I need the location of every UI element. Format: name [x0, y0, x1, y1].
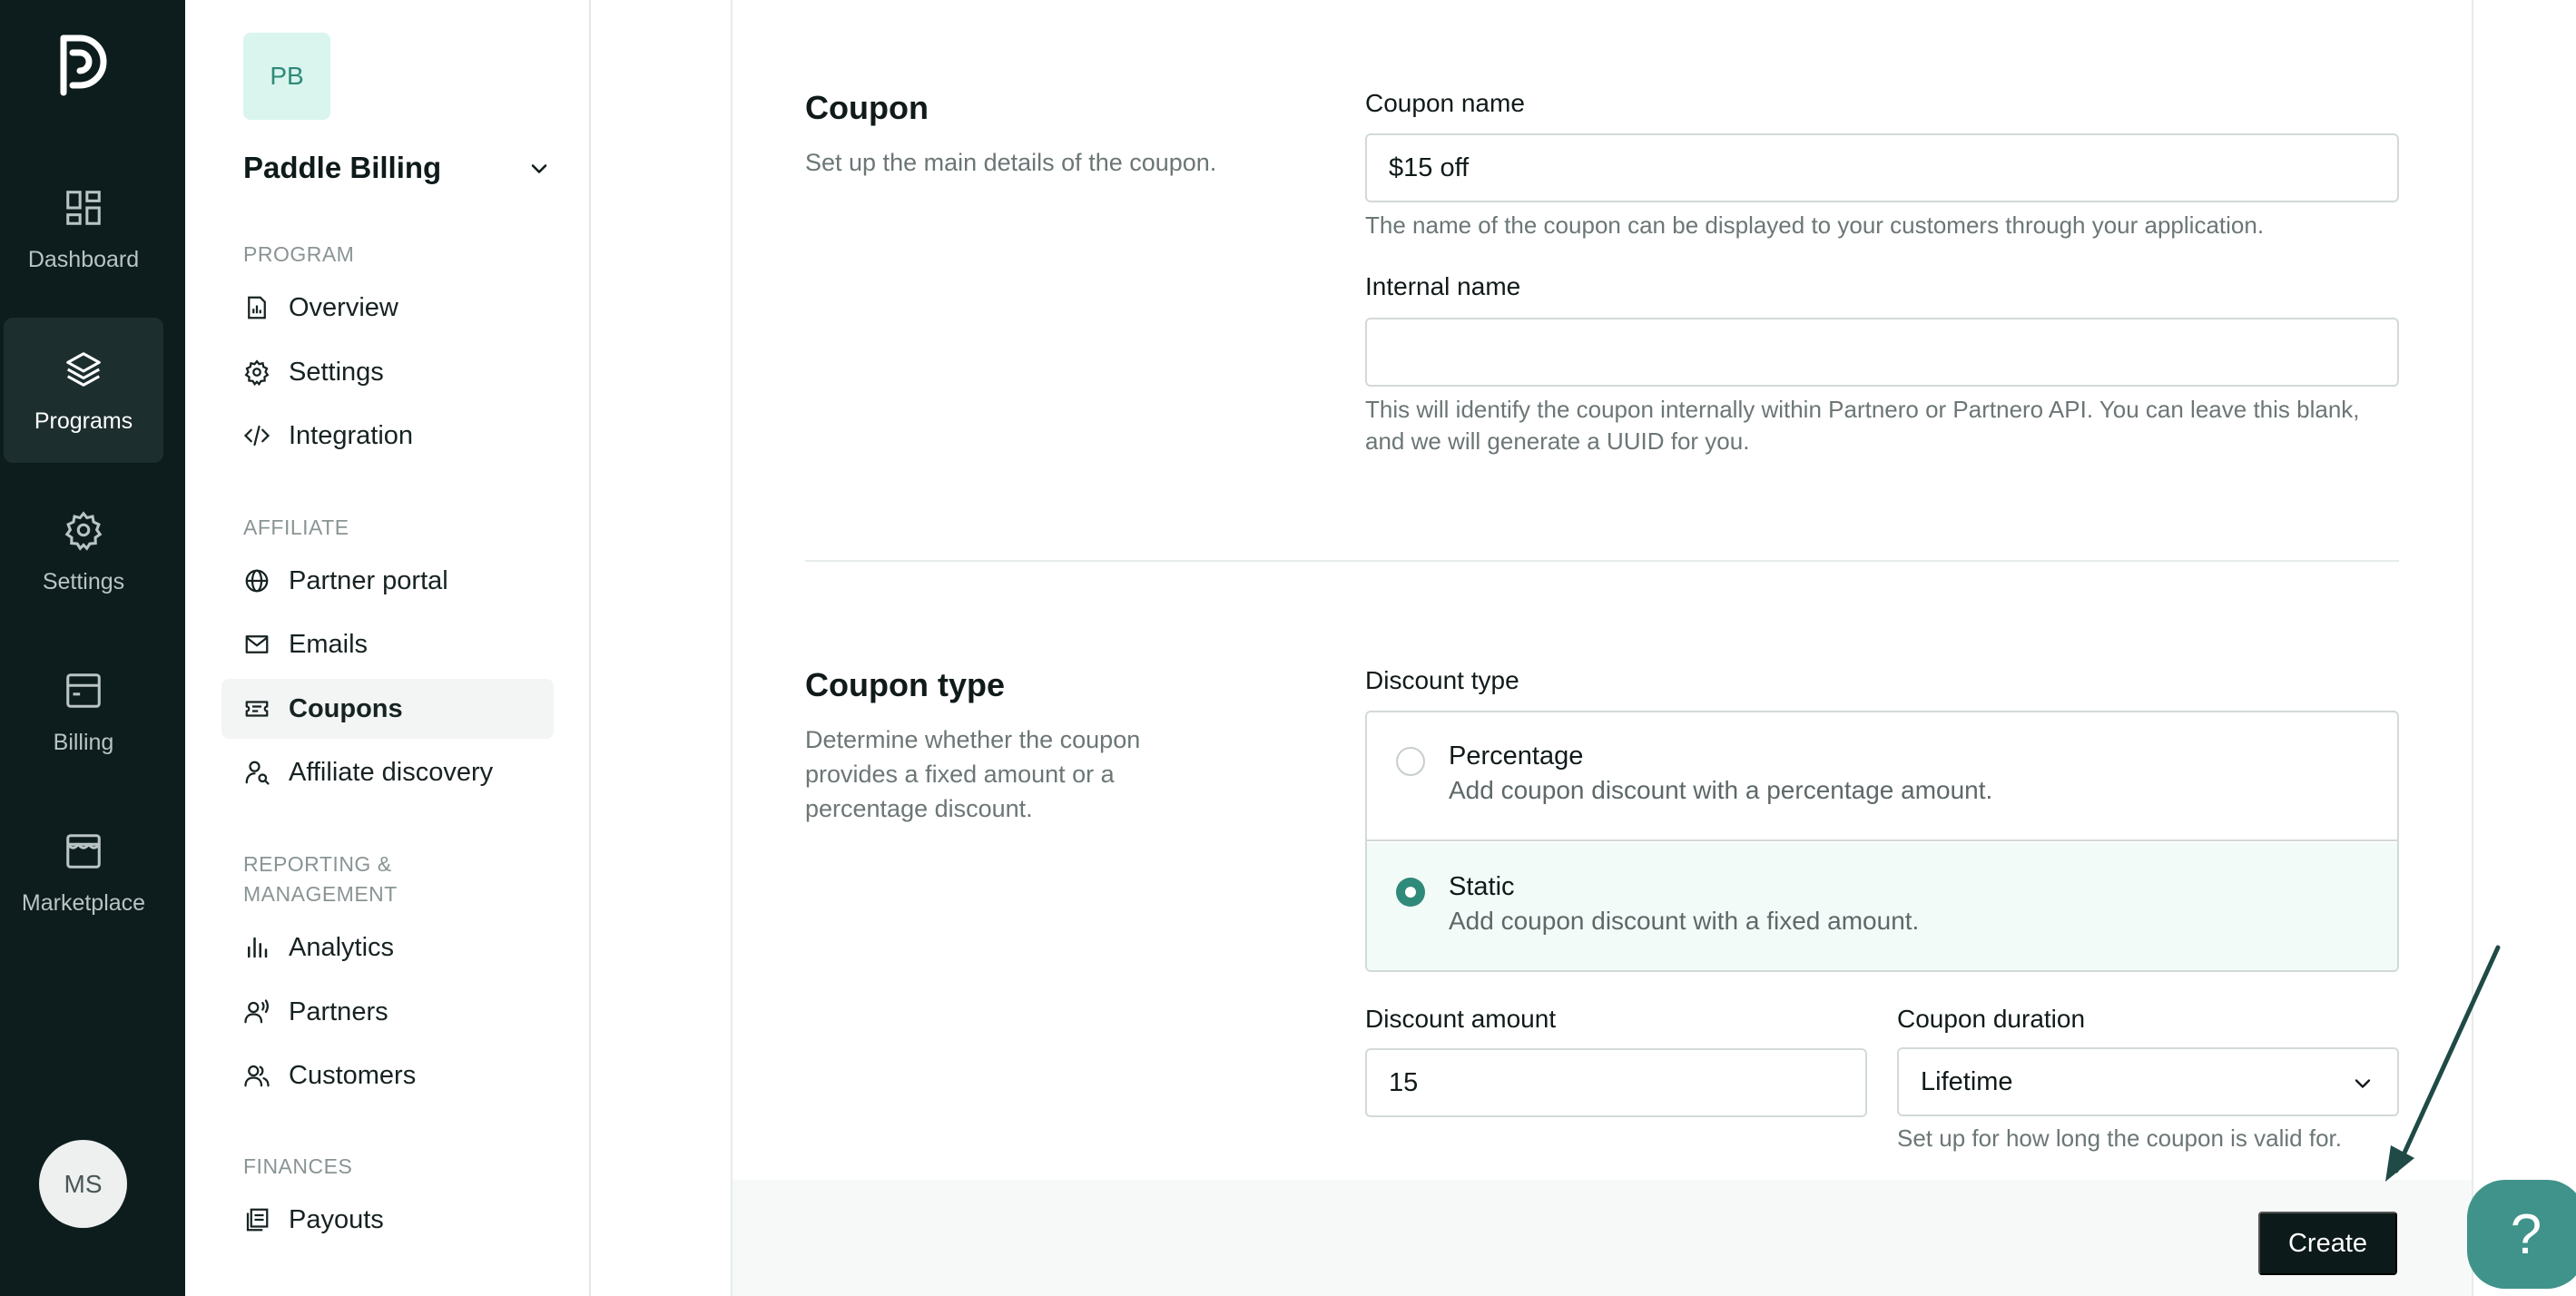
billing-icon [66, 673, 101, 708]
sidebar-item-partners[interactable]: Partners [221, 982, 554, 1042]
section-divider [805, 560, 2399, 562]
discount-option-static[interactable]: Static Add coupon discount with a fixed … [1367, 843, 2397, 970]
help-question-icon: ? [2510, 1203, 2542, 1266]
section-heading-reporting: REPORTING & MANAGEMENT [243, 849, 398, 909]
discount-type-label: Discount type [1365, 666, 1519, 694]
create-button[interactable]: Create [2258, 1212, 2397, 1275]
annotation-arrow-icon [2385, 945, 2501, 1182]
chevron-down-icon [2355, 1079, 2371, 1088]
radio-button-selected[interactable] [1396, 878, 1425, 907]
program-switcher[interactable]: Paddle Billing [243, 151, 441, 185]
sidebar-item-label: Customers [289, 1060, 417, 1090]
sidebar-item-label: Coupons [289, 693, 403, 723]
sidebar-item-label: Analytics [289, 932, 395, 962]
internal-name-input[interactable] [1365, 318, 2399, 387]
mail-icon [245, 635, 269, 653]
sidebar-item-settings[interactable]: Settings [221, 342, 554, 402]
section-description-coupon: Set up the main details of the coupon. [805, 149, 1217, 176]
gear-icon [244, 359, 270, 386]
rail-item-programs[interactable]: Programs [4, 318, 163, 463]
logo-icon[interactable] [56, 29, 111, 102]
sidebar-item-emails[interactable]: Emails [221, 614, 554, 674]
sidebar-item-label: Emails [289, 629, 369, 659]
sidebar-item-analytics[interactable]: Analytics [221, 918, 554, 977]
sidebar-item-overview[interactable]: Overview [221, 278, 554, 338]
sidebar-item-customers[interactable]: Customers [221, 1046, 554, 1105]
discount-type-radio-group: Percentage Add coupon discount with a pe… [1365, 711, 2399, 972]
coupon-name-label: Coupon name [1365, 89, 1525, 117]
chevron-down-icon[interactable] [526, 156, 552, 182]
store-icon [66, 834, 101, 869]
gear-icon [64, 511, 103, 551]
help-button[interactable]: ? [2467, 1180, 2576, 1289]
globe-icon [245, 569, 269, 593]
option-title: Static [1449, 872, 1515, 901]
layers-icon [66, 352, 101, 387]
coupon-name-input[interactable]: $15 off [1365, 133, 2399, 202]
coupon-duration-select[interactable]: Lifetime [1897, 1047, 2399, 1116]
rail-item-billing[interactable]: Billing [4, 639, 163, 784]
option-subtitle: Add coupon discount with a fixed amount. [1449, 907, 1920, 935]
internal-name-hint: This will identify the coupon internally… [1365, 396, 2360, 455]
sidebar-item-label: Affiliate discovery [289, 757, 494, 787]
coupon-name-hint: The name of the coupon can be displayed … [1365, 211, 2265, 239]
section-heading-program: PROGRAM [243, 242, 355, 266]
section-heading-line: MANAGEMENT [243, 882, 398, 906]
ticket-icon [245, 701, 269, 717]
bar-chart-icon [248, 937, 268, 958]
sidebar-item-label: Settings [289, 357, 384, 387]
sidebar-item-label: Partner portal [289, 565, 448, 595]
rail-label: Dashboard [27, 247, 140, 272]
sidebar-item-label: Overview [289, 292, 398, 322]
rail-label: Programs [34, 408, 133, 434]
rail-item-settings[interactable]: Settings [4, 478, 163, 623]
section-heading-finances: FINANCES [243, 1154, 353, 1178]
dashboard-icon [66, 191, 101, 225]
sidebar-item-label: Integration [289, 420, 414, 450]
users-icon [244, 1065, 270, 1087]
rail-label: Settings [42, 569, 125, 594]
code-icon [243, 425, 270, 447]
discount-amount-input[interactable]: 15 [1365, 1048, 1867, 1117]
radio-button[interactable] [1396, 747, 1425, 776]
receipt-icon [246, 1208, 269, 1232]
rail-label: Billing [53, 730, 114, 755]
rail-item-marketplace[interactable]: Marketplace [4, 800, 163, 945]
sidebar-item-partner-portal[interactable]: Partner portal [221, 551, 554, 611]
option-subtitle: Add coupon discount with a percentage am… [1449, 776, 1993, 804]
coupon-duration-hint: Set up for how long the coupon is valid … [1897, 1124, 2342, 1152]
sidebar-item-integration[interactable]: Integration [221, 406, 554, 466]
selected-value: Lifetime [1921, 1066, 2013, 1096]
user-search-icon [245, 761, 270, 785]
rail-item-dashboard[interactable]: Dashboard [4, 156, 163, 301]
program-avatar: PB [243, 33, 330, 120]
section-heading-affiliate: AFFILIATE [243, 515, 349, 539]
discount-option-percentage[interactable]: Percentage Add coupon discount with a pe… [1367, 712, 2397, 841]
user-avatar[interactable]: MS [39, 1140, 127, 1228]
program-sidebar: PB Paddle Billing PROGRAM Overview Setti… [185, 0, 591, 1296]
section-description-coupon-type: Determine whether the coupon provides a … [805, 726, 1141, 822]
section-heading-line: REPORTING & [243, 852, 392, 876]
rail-label: Marketplace [21, 890, 146, 916]
user-voice-icon [244, 999, 269, 1024]
report-icon [248, 296, 266, 319]
section-title-coupon-type: Coupon type [805, 666, 1005, 703]
section-title-coupon: Coupon [805, 89, 929, 126]
discount-amount-label: Discount amount [1365, 1005, 1557, 1033]
sidebar-item-coupons[interactable]: Coupons [221, 679, 554, 739]
app-rail: Dashboard Programs Settings Billing Mark… [0, 0, 185, 1296]
option-title: Percentage [1449, 741, 1584, 771]
sidebar-item-payouts[interactable]: Payouts [221, 1190, 554, 1250]
form-footer [732, 1180, 2472, 1296]
internal-name-label: Internal name [1365, 272, 1521, 300]
sidebar-item-label: Partners [289, 997, 388, 1026]
sidebar-item-label: Payouts [289, 1204, 384, 1234]
coupon-duration-label: Coupon duration [1897, 1005, 2086, 1033]
sidebar-item-affiliate-discovery[interactable]: Affiliate discovery [221, 742, 554, 802]
